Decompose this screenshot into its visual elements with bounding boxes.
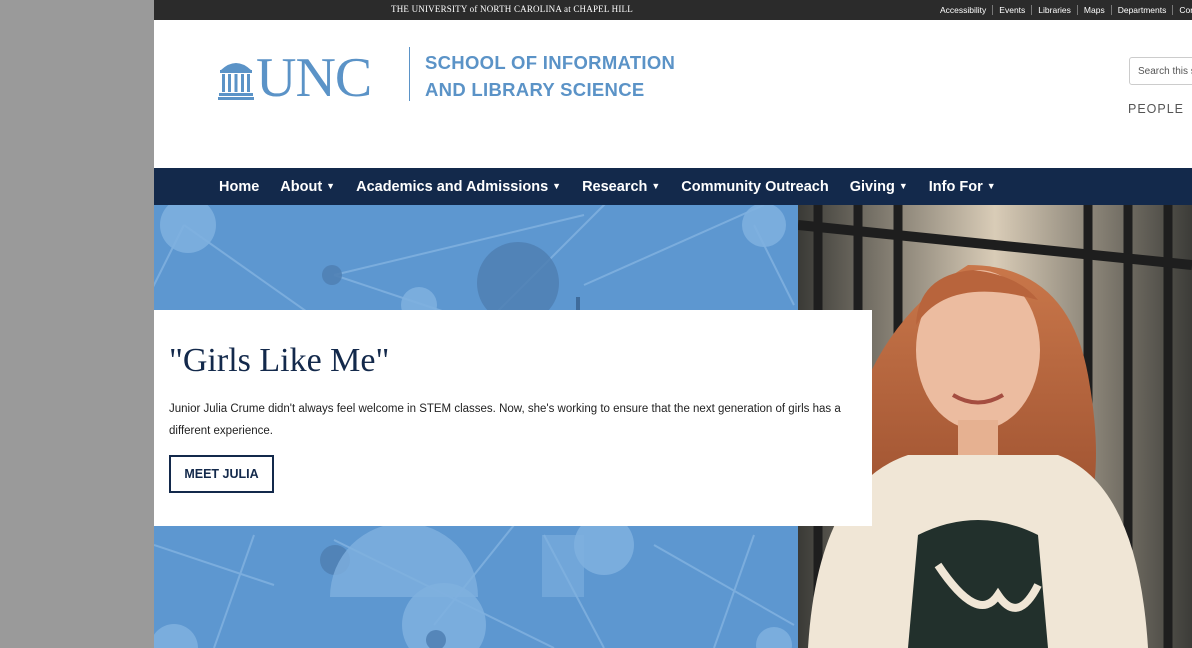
caret-down-icon: ▼ bbox=[651, 180, 661, 191]
school-name[interactable]: SCHOOL OF INFORMATION AND LIBRARY SCIENC… bbox=[425, 49, 675, 103]
main-navigation: Home About ▼ Academics and Admissions ▼ Re… bbox=[154, 168, 1192, 205]
old-well-icon bbox=[218, 63, 254, 100]
web-page: THE UNIVERSITY of NORTH CAROLINA at CHAP… bbox=[154, 0, 1192, 648]
nav-item-label: Info For bbox=[928, 178, 983, 195]
hero-story-card: "Girls Like Me" Junior Julia Crume didn'… bbox=[154, 310, 872, 526]
nav-item-academics-and-admissions[interactable]: Academics and Admissions ▼ bbox=[356, 179, 561, 195]
nav-item-home[interactable]: Home bbox=[219, 179, 259, 195]
caret-down-icon: ▼ bbox=[898, 180, 908, 191]
caret-down-icon: ▼ bbox=[986, 180, 996, 191]
departments-link[interactable]: Departments bbox=[1110, 5, 1173, 15]
meet-julia-button[interactable]: MEET JULIA bbox=[169, 455, 274, 493]
nav-item-giving[interactable]: Giving ▼ bbox=[850, 179, 908, 195]
maps-link[interactable]: Maps bbox=[1076, 5, 1111, 15]
nav-item-label: Academics and Admissions bbox=[356, 178, 549, 195]
school-name-line1: SCHOOL OF INFORMATION bbox=[425, 52, 676, 73]
university-name[interactable]: THE UNIVERSITY of NORTH CAROLINA at CHAP… bbox=[154, 4, 870, 14]
university-top-bar: THE UNIVERSITY of NORTH CAROLINA at CHAP… bbox=[154, 0, 1192, 20]
nav-item-label: Giving bbox=[849, 178, 895, 195]
unc-wordmark: UNC bbox=[256, 47, 372, 109]
search-input[interactable] bbox=[1129, 57, 1192, 85]
story-summary: Junior Julia Crume didn't always feel we… bbox=[169, 403, 841, 437]
caret-down-icon: ▼ bbox=[552, 180, 562, 191]
nav-item-community-outreach[interactable]: Community Outreach bbox=[681, 179, 828, 195]
story-title: "Girls Like Me" bbox=[169, 342, 390, 379]
hero-feature: "Girls Like Me" Junior Julia Crume didn'… bbox=[154, 205, 1192, 648]
nav-item-info-for[interactable]: Info For ▼ bbox=[929, 179, 996, 195]
school-name-line2: AND LIBRARY SCIENCE bbox=[425, 79, 645, 100]
site-header: UNC SCHOOL OF INFORMATION AND LIBRARY SC… bbox=[154, 20, 1192, 168]
libraries-link[interactable]: Libraries bbox=[1031, 5, 1077, 15]
utility-links: Accessibility Events Libraries Maps Depa… bbox=[934, 5, 1192, 15]
logo-divider bbox=[409, 47, 410, 101]
connect-link[interactable]: Connect bbox=[1172, 5, 1192, 15]
nav-item-about[interactable]: About ▼ bbox=[280, 179, 335, 195]
nav-item-label: About bbox=[280, 178, 323, 195]
nav-item-label: Home bbox=[219, 178, 260, 195]
nav-item-label: Community Outreach bbox=[681, 178, 829, 195]
unc-logo[interactable]: UNC bbox=[218, 47, 372, 109]
caret-down-icon: ▼ bbox=[326, 180, 336, 191]
accessibility-link[interactable]: Accessibility bbox=[934, 5, 992, 15]
nav-item-label: Research bbox=[582, 178, 648, 195]
people-link[interactable]: PEOPLE bbox=[1128, 102, 1184, 116]
events-link[interactable]: Events bbox=[992, 5, 1031, 15]
nav-item-research[interactable]: Research ▼ bbox=[582, 179, 660, 195]
